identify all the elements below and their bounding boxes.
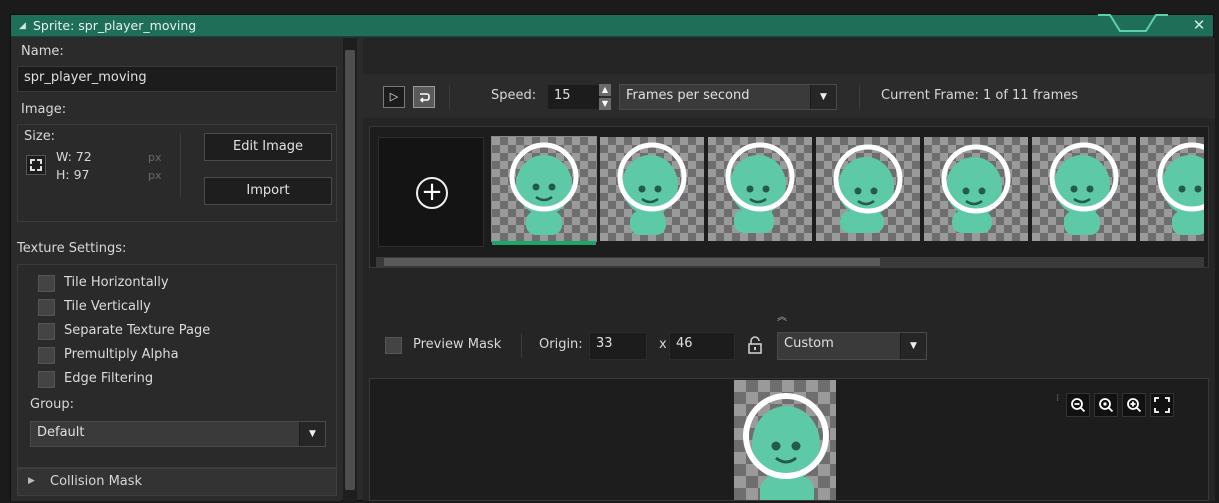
sprite-frame-image xyxy=(617,142,687,235)
zoom-reset-icon[interactable] xyxy=(1094,393,1118,417)
collision-mask-section[interactable]: ▶ Collision Mask xyxy=(17,468,337,496)
sprite-editor-window: ◢ Sprite: spr_player_moving ✕ Name: spr_… xyxy=(10,14,1215,501)
image-label: Image: xyxy=(21,102,67,117)
speed-stepper[interactable]: ▲ ▼ xyxy=(599,84,611,110)
edit-image-button[interactable]: Edit Image xyxy=(204,133,332,161)
frame-thumbnail[interactable] xyxy=(491,136,597,242)
width-value: W: 72 xyxy=(56,149,92,164)
close-icon[interactable]: ✕ xyxy=(1191,17,1207,33)
scrollbar-thumb[interactable] xyxy=(384,258,880,266)
separate-texture-page-label: Separate Texture Page xyxy=(64,323,211,338)
origin-mode-value: Custom xyxy=(784,336,834,351)
sprite-canvas[interactable]: ⁞ xyxy=(369,378,1209,501)
animation-toolbar: ▷ Speed: 15 ▲ ▼ Frames per second ▼ Curr… xyxy=(363,74,1215,118)
fit-screen-icon[interactable] xyxy=(1150,393,1174,417)
chevron-down-icon[interactable]: ▼ xyxy=(299,422,325,446)
edge-filtering-label: Edge Filtering xyxy=(64,371,154,386)
stepper-up-icon[interactable]: ▲ xyxy=(599,84,611,96)
speed-label: Speed: xyxy=(491,88,537,103)
origin-x-input[interactable]: 33 xyxy=(589,332,647,360)
frame-strip-scrollbar[interactable] xyxy=(376,257,1204,267)
window-titlebar[interactable]: ◢ Sprite: spr_player_moving ✕ xyxy=(11,14,1213,37)
size-label: Size: xyxy=(24,129,56,144)
chevron-down-icon[interactable]: ▼ xyxy=(900,333,926,359)
titlebar-notch-decoration xyxy=(1098,14,1168,32)
premultiply-alpha-checkbox[interactable] xyxy=(38,347,55,364)
scrollbar-thumb[interactable] xyxy=(345,50,355,490)
plus-icon: + xyxy=(416,177,448,209)
chevron-down-icon[interactable]: ▼ xyxy=(810,85,836,109)
width-unit: px xyxy=(148,151,162,164)
preview-mask-label: Preview Mask xyxy=(413,337,502,352)
window-title: Sprite: spr_player_moving xyxy=(33,18,197,33)
resize-icon[interactable] xyxy=(26,155,46,175)
expand-arrow-icon[interactable]: ▶ xyxy=(28,476,35,486)
current-frame-label: Current Frame: 1 of 11 frames xyxy=(881,88,1079,103)
name-input[interactable]: spr_player_moving xyxy=(17,66,337,92)
tile-horizontally-label: Tile Horizontally xyxy=(64,275,169,290)
edge-filtering-checkbox[interactable] xyxy=(38,371,55,388)
frame-thumbnail[interactable] xyxy=(816,137,920,241)
frame-thumbnail[interactable] xyxy=(1032,137,1136,241)
import-button[interactable]: Import xyxy=(204,177,332,205)
sprite-preview-panel: ▷ Speed: 15 ▲ ▼ Frames per second ▼ Curr… xyxy=(363,38,1215,501)
sprite-frame-image xyxy=(833,144,903,233)
toolbar-separator xyxy=(449,85,450,109)
frame-thumbnail[interactable] xyxy=(600,137,704,241)
speed-unit-value: Frames per second xyxy=(626,88,750,103)
sprite-preview-figure xyxy=(743,393,829,500)
toolbar-separator xyxy=(521,334,522,358)
origin-label: Origin: xyxy=(539,337,583,352)
grip-icon: ⁞ xyxy=(1056,393,1060,404)
separate-texture-page-checkbox[interactable] xyxy=(38,323,55,340)
sprite-properties-panel: Name: spr_player_moving Image: Size: W: … xyxy=(11,38,341,501)
texture-settings-group: Tile Horizontally Tile Vertically Separa… xyxy=(17,264,337,468)
stepper-down-icon[interactable]: ▼ xyxy=(599,98,611,110)
preview-mask-checkbox[interactable] xyxy=(385,337,402,354)
lock-icon[interactable] xyxy=(747,336,763,354)
height-unit: px xyxy=(148,169,162,182)
name-label: Name: xyxy=(21,44,64,59)
height-value: H: 97 xyxy=(56,167,90,182)
speed-unit-select[interactable]: Frames per second ▼ xyxy=(619,84,837,110)
play-icon[interactable]: ▷ xyxy=(383,86,405,108)
left-panel-scrollbar[interactable] xyxy=(343,38,357,501)
group-select[interactable]: Default ▼ xyxy=(30,421,326,447)
premultiply-alpha-label: Premultiply Alpha xyxy=(64,347,179,362)
size-divider xyxy=(180,133,181,197)
frame-thumbnail[interactable] xyxy=(708,137,812,241)
tile-vertically-checkbox[interactable] xyxy=(38,299,55,316)
sprite-frame-image xyxy=(509,142,579,235)
toolbar-separator xyxy=(859,85,860,109)
frame-strip: + xyxy=(369,126,1209,268)
speed-input[interactable]: 15 xyxy=(547,84,601,110)
origin-y-input[interactable]: 46 xyxy=(669,332,735,360)
panel-splitter[interactable]: ︽ xyxy=(777,308,787,323)
origin-separator: x xyxy=(659,337,667,352)
sprite-frame-image xyxy=(725,142,795,233)
origin-mode-select[interactable]: Custom ▼ xyxy=(777,332,927,360)
sprite-preview-image xyxy=(734,380,836,500)
frame-thumbnail[interactable] xyxy=(1140,137,1204,241)
selected-frame-indicator xyxy=(492,241,596,245)
loop-icon[interactable] xyxy=(413,86,435,108)
sprite-frame-image xyxy=(1157,142,1204,235)
group-label: Group: xyxy=(30,397,74,412)
image-size-group: Size: W: 72 H: 97 px px Edit Image Impor… xyxy=(17,124,337,222)
collapse-icon[interactable]: ◢ xyxy=(19,21,26,31)
tile-vertically-label: Tile Vertically xyxy=(64,299,151,314)
tile-horizontally-checkbox[interactable] xyxy=(38,275,55,292)
sprite-frame-image xyxy=(941,144,1011,233)
texture-settings-label: Texture Settings: xyxy=(17,241,127,256)
zoom-in-icon[interactable] xyxy=(1122,393,1146,417)
add-frame-button[interactable]: + xyxy=(378,137,484,247)
zoom-out-icon[interactable] xyxy=(1066,393,1090,417)
frame-thumbnail[interactable] xyxy=(924,137,1028,241)
collision-mask-label: Collision Mask xyxy=(50,474,143,489)
mask-origin-row: Preview Mask Origin: 33 x 46 Custom ▼ xyxy=(363,328,1215,364)
group-select-value: Default xyxy=(37,425,85,440)
sprite-frame-image xyxy=(1049,142,1119,235)
